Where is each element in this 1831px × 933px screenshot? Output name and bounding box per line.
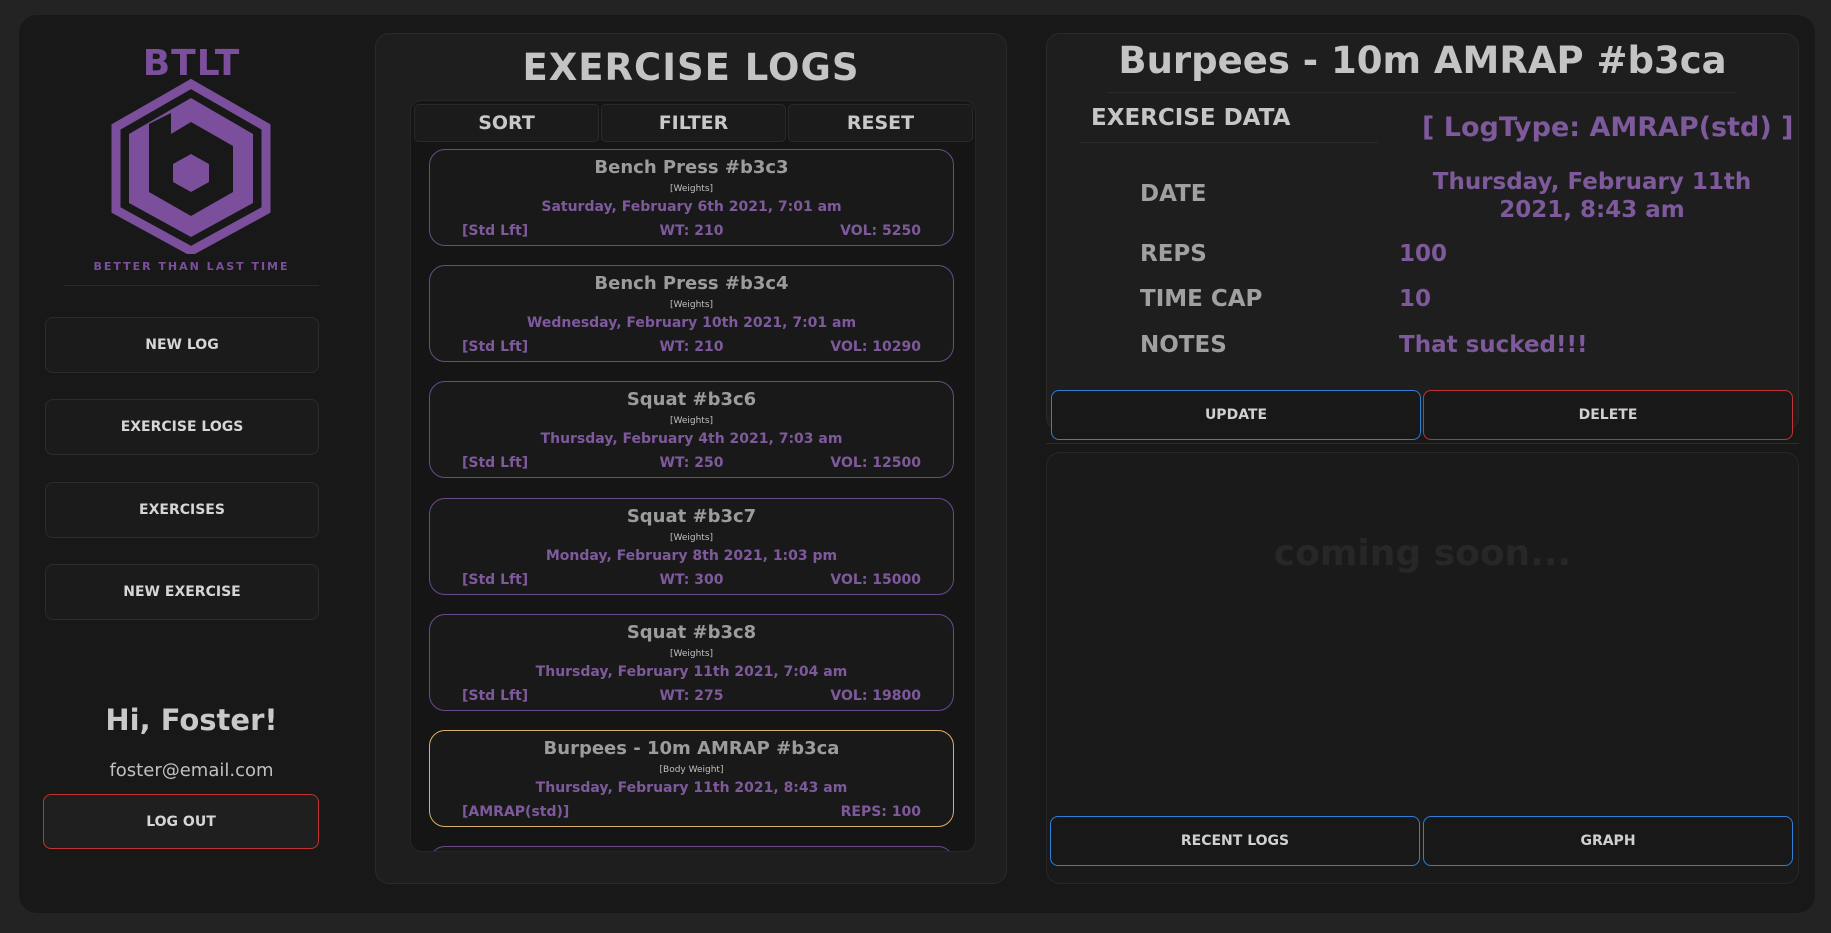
log-detail-panel: Burpees - 10m AMRAP #b3ca EXERCISE DATA … bbox=[1046, 33, 1799, 440]
log-metric: VOL: 12500 bbox=[830, 455, 921, 471]
log-category: [Weights] bbox=[669, 416, 714, 426]
log-metric: VOL: 10290 bbox=[830, 339, 921, 355]
log-date: Monday, February 8th 2021, 1:03 pm bbox=[545, 548, 838, 564]
graph-button[interactable]: GRAPH bbox=[1423, 816, 1793, 866]
new-log-button[interactable]: NEW LOG bbox=[45, 317, 319, 373]
app-frame: BTLT BETTER THAN LAST TIME NEW LOG EXERC… bbox=[19, 15, 1815, 913]
new-exercise-button[interactable]: NEW EXERCISE bbox=[45, 564, 319, 620]
reset-button[interactable]: RESET bbox=[788, 104, 973, 142]
log-card-selected[interactable]: Burpees - 10m AMRAP #b3ca [Body Weight] … bbox=[429, 730, 954, 827]
sort-button[interactable]: SORT bbox=[414, 104, 599, 142]
log-category: [Weights] bbox=[669, 649, 714, 659]
log-metric: VOL: 15000 bbox=[830, 572, 921, 588]
log-date: Wednesday, February 10th 2021, 7:01 am bbox=[526, 315, 857, 331]
exercises-button[interactable]: EXERCISES bbox=[45, 482, 319, 538]
log-date: Saturday, February 6th 2021, 7:01 am bbox=[541, 199, 842, 215]
log-category: [Weights] bbox=[669, 184, 714, 194]
exercise-logs-panel: EXERCISE LOGS SORT FILTER RESET Bench Pr… bbox=[375, 33, 1007, 884]
log-title: Bench Press #b3c4 bbox=[594, 273, 789, 294]
divider bbox=[1046, 443, 1799, 444]
divider bbox=[64, 285, 319, 286]
log-title: Bench Press #b3c3 bbox=[594, 157, 789, 178]
log-card[interactable]: Squat #b3c7 [Weights] Monday, February 8… bbox=[429, 498, 954, 595]
divider bbox=[1080, 142, 1378, 143]
exercise-logs-button[interactable]: EXERCISE LOGS bbox=[45, 399, 319, 455]
logout-button[interactable]: LOG OUT bbox=[43, 794, 319, 849]
log-card[interactable]: Bench Press #b3c4 [Weights] Wednesday, F… bbox=[429, 265, 954, 362]
date-label: DATE bbox=[1140, 181, 1207, 207]
user-email: foster@email.com bbox=[109, 760, 274, 781]
date-value: Thursday, February 11th 2021, 8:43 am bbox=[1432, 169, 1752, 223]
coming-soon-placeholder: coming soon... bbox=[1273, 533, 1572, 574]
delete-button[interactable]: DELETE bbox=[1423, 390, 1793, 440]
log-metric: VOL: 5250 bbox=[840, 223, 921, 239]
log-card[interactable]: Squat #b3c6 [Weights] Thursday, February… bbox=[429, 381, 954, 478]
graph-panel: coming soon... RECENT LOGS GRAPH bbox=[1046, 452, 1799, 884]
logs-title: EXERCISE LOGS bbox=[522, 46, 860, 89]
exercise-data-label: EXERCISE DATA bbox=[1091, 105, 1291, 131]
update-button[interactable]: UPDATE bbox=[1051, 390, 1421, 440]
reps-label: REPS bbox=[1140, 241, 1207, 267]
notes-label: NOTES bbox=[1140, 332, 1227, 358]
log-title: Squat #b3c7 bbox=[626, 506, 757, 527]
divider bbox=[1107, 92, 1737, 93]
log-metric: REPS: 100 bbox=[840, 804, 921, 820]
notes-value: That sucked!!! bbox=[1399, 332, 1588, 358]
log-card[interactable]: Squat #b3c8 [Weights] Thursday, February… bbox=[429, 614, 954, 711]
time-cap-label: TIME CAP bbox=[1140, 286, 1263, 312]
log-date: Thursday, February 11th 2021, 8:43 am bbox=[535, 780, 848, 796]
recent-logs-button[interactable]: RECENT LOGS bbox=[1050, 816, 1420, 866]
log-date: Thursday, February 4th 2021, 7:03 am bbox=[540, 431, 843, 447]
log-category: [Weights] bbox=[669, 533, 714, 543]
filter-button[interactable]: FILTER bbox=[601, 104, 786, 142]
user-greeting: Hi, Foster! bbox=[105, 703, 278, 737]
brand-title: BTLT bbox=[142, 43, 241, 84]
logtype-label: [ LogType: AMRAP(std) ] bbox=[1422, 112, 1794, 143]
log-date: Thursday, February 11th 2021, 7:04 am bbox=[535, 664, 848, 680]
sidebar: BTLT BETTER THAN LAST TIME NEW LOG EXERC… bbox=[19, 15, 364, 913]
time-cap-value: 10 bbox=[1399, 286, 1432, 312]
brand-tagline: BETTER THAN LAST TIME bbox=[93, 260, 290, 273]
reps-value: 100 bbox=[1399, 241, 1448, 267]
log-title: Squat #b3c6 bbox=[626, 389, 757, 410]
log-title: Squat #b3c8 bbox=[626, 622, 757, 643]
log-type: [AMRAP(std)] bbox=[462, 804, 570, 820]
logs-list-container[interactable]: SORT FILTER RESET Bench Press #b3c3 [Wei… bbox=[410, 100, 976, 852]
log-category: [Weights] bbox=[669, 300, 714, 310]
log-card-partial[interactable] bbox=[429, 846, 954, 851]
log-title: Burpees - 10m AMRAP #b3ca bbox=[543, 738, 840, 759]
log-card[interactable]: Bench Press #b3c3 [Weights] Saturday, Fe… bbox=[429, 149, 954, 246]
log-category: [Body Weight] bbox=[659, 765, 724, 775]
log-metric: VOL: 19800 bbox=[830, 688, 921, 704]
btlt-logo-icon bbox=[111, 79, 271, 254]
detail-title: Burpees - 10m AMRAP #b3ca bbox=[1118, 39, 1727, 82]
